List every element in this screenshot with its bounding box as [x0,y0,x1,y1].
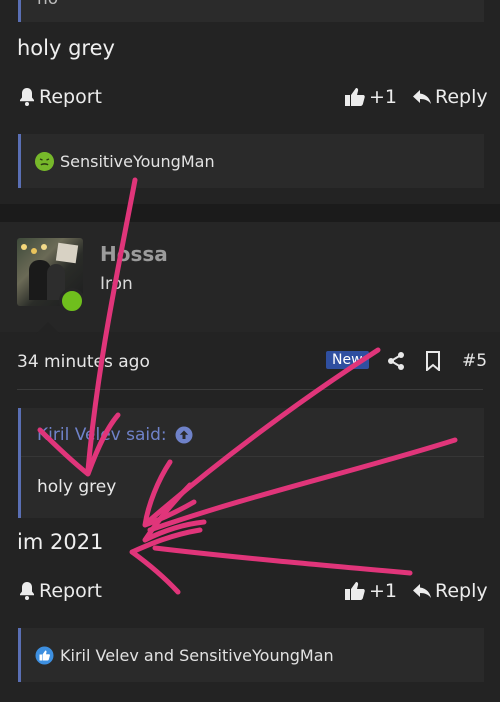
author-pointer [36,322,60,334]
report-button[interactable]: Report [18,580,102,602]
thumbs-up-icon [345,88,365,106]
quote-block: Kiril Velev said: holy grey [18,408,484,518]
like-count: +1 [369,580,398,602]
report-label: Report [39,86,102,108]
bell-icon [20,582,34,600]
author-block: Hossa Iron [0,222,500,334]
thumbs-up-icon [345,582,365,600]
report-button[interactable]: Report [18,86,102,108]
author-name[interactable]: Hossa [100,242,168,266]
quote-author: Kiril Velev said: [37,425,167,445]
post-number[interactable]: #5 [462,351,487,371]
like-count: +1 [369,86,398,108]
like-button[interactable]: +1 [344,86,397,108]
reactions-bar[interactable]: SensitiveYoungMan [18,134,484,188]
bookmark-icon[interactable] [425,351,441,371]
post-1: no holy grey Report +1 Reply SensitiveYo… [0,0,500,204]
reactions-bar[interactable]: Kiril Velev and SensitiveYoungMan [18,628,484,682]
like-emoji-icon [35,646,54,665]
reactions-text: SensitiveYoungMan [60,151,215,171]
author-rank: Iron [100,274,133,294]
post-2-message: im 2021 [17,530,104,554]
like-button[interactable]: +1 [344,580,397,602]
bell-icon [20,88,34,106]
post-1-message: holy grey [17,36,115,60]
post-2: Hossa Iron 34 minutes ago New #5 Kiril V… [0,222,500,702]
new-badge: New [326,351,369,369]
online-status-indicator [59,288,85,314]
reply-label: Reply [435,86,488,108]
reply-arrow-icon [413,90,431,104]
report-label: Report [39,580,102,602]
share-icon[interactable] [386,351,406,371]
reply-label: Reply [435,580,488,602]
quote-divider [21,456,484,457]
quote-header[interactable]: Kiril Velev said: [37,425,193,445]
quote-fragment-text: no [37,0,58,9]
quote-text: holy grey [37,477,117,497]
quote-fragment: no [18,0,484,22]
reply-arrow-icon [413,584,431,598]
meta-divider [17,389,483,390]
post-timestamp[interactable]: 34 minutes ago [17,352,150,372]
quote-up-arrow-icon[interactable] [175,426,193,444]
sick-emoji-icon [35,151,54,171]
reactions-text: Kiril Velev and SensitiveYoungMan [60,645,334,665]
reply-button[interactable]: Reply [412,86,488,108]
reply-button[interactable]: Reply [412,580,488,602]
